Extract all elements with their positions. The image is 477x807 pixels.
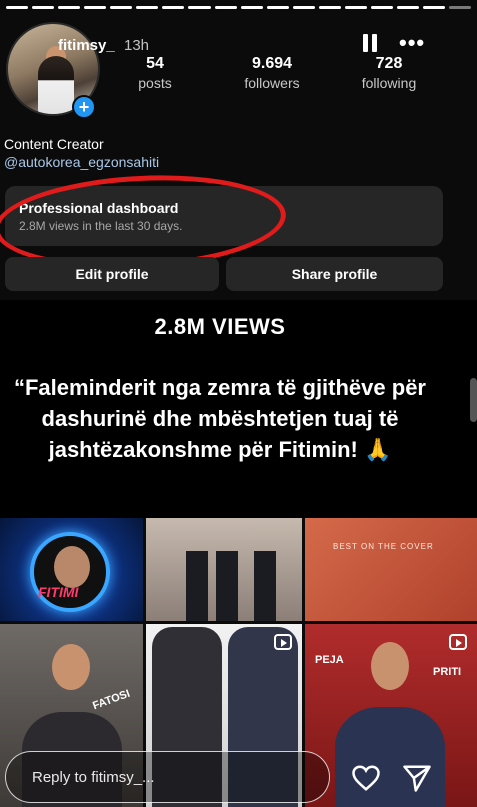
story-progress-segment bbox=[188, 6, 211, 9]
post-legs-right bbox=[254, 551, 276, 621]
share-profile-button[interactable]: Share profile bbox=[226, 257, 443, 291]
story-progress-segment bbox=[266, 6, 289, 9]
stat-followers[interactable]: 9.694 followers bbox=[227, 55, 317, 91]
story-progress-segment bbox=[214, 6, 237, 9]
grid-post-6[interactable]: PEJA PRITI bbox=[305, 624, 477, 807]
stat-following[interactable]: 728 following bbox=[344, 55, 434, 91]
post-1-label: FITIMI bbox=[38, 584, 79, 600]
bio-category: Content Creator bbox=[4, 136, 104, 152]
stat-followers-label: followers bbox=[244, 75, 300, 91]
story-progress-segment bbox=[344, 6, 367, 9]
overlay-quote: “Faleminderit nga zemra të gjithëve për … bbox=[13, 375, 426, 462]
story-progress-segment bbox=[84, 6, 107, 9]
bio-mention-link[interactable]: @autokorea_egzonsahiti bbox=[4, 154, 159, 170]
post-6-label-right: PRITI bbox=[433, 666, 462, 678]
story-progress-segment bbox=[240, 6, 263, 9]
story-progress-segment bbox=[110, 6, 133, 9]
story-progress-segment bbox=[396, 6, 419, 9]
story-progress-segment bbox=[423, 6, 446, 9]
reply-input[interactable]: Reply to fitimsy_... bbox=[5, 751, 330, 803]
story-progress-segment bbox=[162, 6, 185, 9]
stat-posts[interactable]: 54 posts bbox=[110, 55, 200, 91]
post-face bbox=[371, 642, 409, 690]
dashboard-subtitle: 2.8M views in the last 30 days. bbox=[19, 219, 183, 233]
stat-followers-count: 9.694 bbox=[251, 55, 293, 72]
story-progress-segment bbox=[58, 6, 81, 9]
stat-posts-count: 54 bbox=[146, 55, 164, 72]
overlay-title: 2.8M VIEWS bbox=[154, 314, 286, 339]
story-progress-segment bbox=[449, 6, 472, 9]
story-progress-segment bbox=[292, 6, 315, 9]
post-3-cover-text: BEST ON THE COVER bbox=[333, 542, 434, 551]
reel-icon bbox=[274, 634, 292, 650]
story-progress-segment bbox=[6, 6, 29, 9]
post-4-label: FATOSI bbox=[91, 687, 132, 713]
stat-following-label: following bbox=[361, 75, 417, 91]
story-progress-bar bbox=[6, 6, 472, 9]
story-progress-segment bbox=[136, 6, 159, 9]
like-heart-icon[interactable] bbox=[351, 764, 381, 792]
story-progress-segment bbox=[318, 6, 341, 9]
more-options-icon[interactable]: ••• bbox=[399, 32, 425, 54]
post-6-label-left: PEJA bbox=[315, 654, 344, 666]
post-face bbox=[54, 546, 90, 588]
post-portrait-ring bbox=[30, 532, 110, 612]
professional-dashboard[interactable]: Professional dashboard 2.8M views in the… bbox=[5, 186, 443, 246]
post-suit bbox=[335, 707, 445, 807]
post-face bbox=[52, 644, 90, 690]
story-progress-segment bbox=[370, 6, 393, 9]
reel-icon bbox=[449, 634, 467, 650]
dashboard-title: Professional dashboard bbox=[19, 200, 179, 216]
grid-post-1[interactable]: FITIMI bbox=[0, 518, 143, 621]
stat-following-count: 728 bbox=[375, 55, 403, 72]
pause-icon[interactable] bbox=[363, 34, 379, 52]
story-time: 13h bbox=[124, 37, 150, 54]
story-username[interactable]: fitimsy_ bbox=[58, 37, 115, 54]
stat-posts-label: posts bbox=[138, 75, 172, 91]
grid-post-2[interactable] bbox=[146, 518, 302, 621]
send-message-icon[interactable] bbox=[402, 764, 432, 792]
add-story-icon[interactable]: + bbox=[72, 95, 96, 119]
avatar-body bbox=[38, 56, 74, 114]
scrollbar[interactable] bbox=[470, 378, 477, 422]
post-legs-middle bbox=[216, 551, 238, 621]
edit-profile-button[interactable]: Edit profile bbox=[5, 257, 219, 291]
post-legs-left bbox=[186, 551, 208, 621]
grid-post-3[interactable]: BEST ON THE COVER bbox=[305, 518, 477, 621]
reply-placeholder: Reply to fitimsy_... bbox=[32, 768, 155, 786]
story-progress-segment bbox=[32, 6, 55, 9]
